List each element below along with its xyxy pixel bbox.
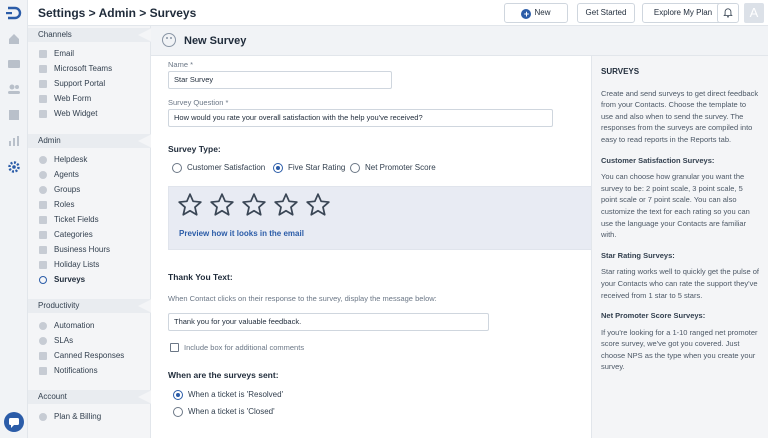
section-channels: Channels (28, 28, 152, 42)
preview-email-link[interactable]: Preview how it looks in the email (179, 229, 304, 238)
sidebar-item-support-portal[interactable]: Support Portal (28, 77, 151, 91)
star-icon[interactable] (209, 192, 235, 218)
chat-icon[interactable] (4, 412, 24, 432)
help-intro: Create and send surveys to get direct fe… (601, 88, 759, 144)
sidebar-item-holiday-lists[interactable]: Holiday Lists (28, 258, 151, 272)
sidebar-item-notifications[interactable]: Notifications (28, 364, 151, 378)
groups-icon (39, 186, 47, 194)
teams-icon (39, 65, 47, 73)
agents-icon (39, 171, 47, 179)
section-account: Account (28, 390, 152, 404)
smiley-icon (162, 33, 176, 47)
page-title-bar: New Survey (151, 26, 768, 56)
smiley-icon (39, 276, 47, 284)
sidebar-item-web-form[interactable]: Web Form (28, 92, 151, 106)
survey-form: New Survey Name * Star Survey Survey Que… (151, 26, 768, 438)
survey-type-heading: Survey Type: (168, 144, 221, 154)
reports-icon[interactable] (7, 134, 21, 148)
sidebar-item-slas[interactable]: SLAs (28, 334, 151, 348)
sidebar-item-agents[interactable]: Agents (28, 168, 151, 182)
radio-five-star-rating[interactable]: Five Star Rating (273, 162, 348, 174)
sidebar-item-ticket-fields[interactable]: Ticket Fields (28, 213, 151, 227)
sidebar-item-microsoft-teams[interactable]: Microsoft Teams (28, 62, 151, 76)
categories-icon (39, 231, 47, 239)
avatar[interactable]: A (744, 3, 764, 23)
sidebar-item-automation[interactable]: Automation (28, 319, 151, 333)
knowledge-base-icon[interactable] (7, 108, 21, 122)
sidebar-item-surveys[interactable]: Surveys (28, 273, 151, 287)
name-label: Name * (168, 60, 194, 69)
radio-customer-satisfaction[interactable]: Customer Satisfaction (172, 162, 272, 174)
sidebar-item-web-widget[interactable]: Web Widget (28, 107, 151, 121)
web-form-icon (39, 95, 47, 103)
app-rail (0, 0, 28, 438)
calendar-icon (39, 261, 47, 269)
when-sent-heading: When are the surveys sent: (168, 370, 279, 380)
roles-icon (39, 201, 47, 209)
sidebar-item-groups[interactable]: Groups (28, 183, 151, 197)
sidebar-item-categories[interactable]: Categories (28, 228, 151, 242)
checkbox-box (170, 343, 179, 352)
section-admin: Admin (28, 134, 152, 148)
hourglass-icon (39, 246, 47, 254)
automation-icon (39, 322, 47, 330)
web-widget-icon (39, 110, 47, 118)
contacts-icon[interactable] (7, 82, 21, 96)
thank-you-description: When Contact clicks on their response to… (168, 294, 437, 303)
star-icon[interactable] (273, 192, 299, 218)
ticket-fields-icon (39, 216, 47, 224)
help-title: SURVEYS (601, 67, 640, 76)
email-icon (39, 50, 47, 58)
question-input[interactable]: How would you rate your overall satisfac… (168, 109, 553, 127)
settings-gear-icon[interactable] (7, 160, 21, 174)
page-title: New Survey (184, 35, 247, 47)
get-started-button[interactable]: Get Started (577, 3, 635, 23)
question-label: Survey Question * (168, 98, 229, 107)
star-icon[interactable] (177, 192, 203, 218)
star-icon[interactable] (241, 192, 267, 218)
thank-you-input[interactable]: Thank you for your valuable feedback. (168, 313, 489, 331)
sidebar-item-roles[interactable]: Roles (28, 198, 151, 212)
radio-net-promoter-score[interactable]: Net Promoter Score (350, 162, 440, 174)
new-button[interactable]: + New (504, 3, 568, 23)
radio-when-closed[interactable]: When a ticket is 'Closed' (173, 406, 313, 418)
help-nps-text: If you're looking for a 1-10 ranged net … (601, 327, 758, 372)
help-csat-heading: Customer Satisfaction Surveys: (601, 155, 715, 165)
sla-icon (39, 337, 47, 345)
top-header: Settings > Admin > Surveys + New Get Star… (28, 0, 768, 26)
radio-when-resolved[interactable]: When a ticket is 'Resolved' (173, 389, 313, 401)
help-star-heading: Star Rating Surveys: (601, 250, 675, 260)
sidebar-item-email[interactable]: Email (28, 47, 151, 61)
explore-plan-button[interactable]: Explore My Plan (642, 3, 724, 23)
sidebar-item-plan-billing[interactable]: Plan & Billing (28, 410, 151, 424)
plus-icon: + (521, 9, 532, 19)
help-csat-text: You can choose how granular you want the… (601, 172, 750, 240)
home-icon[interactable] (7, 32, 21, 46)
notifications-icon (39, 367, 47, 375)
sidebar-item-business-hours[interactable]: Business Hours (28, 243, 151, 257)
notifications-bell-icon[interactable] (717, 3, 739, 23)
billing-icon (39, 413, 47, 421)
help-star-text: Star rating works well to quickly get th… (601, 267, 759, 300)
tickets-icon[interactable] (7, 57, 21, 71)
app-logo-icon[interactable] (6, 6, 22, 20)
name-input[interactable]: Star Survey (168, 71, 392, 89)
canned-responses-icon (39, 352, 47, 360)
help-panel: SURVEYS Create and send surveys to get d… (591, 56, 768, 438)
thank-you-heading: Thank You Text: (168, 272, 233, 282)
helpdesk-icon (39, 156, 47, 164)
rating-preview: Preview how it looks in the email (168, 186, 608, 250)
section-productivity: Productivity (28, 299, 152, 313)
breadcrumb: Settings > Admin > Surveys (38, 6, 197, 20)
settings-sidebar: Channels Email Microsoft Teams Support P… (28, 26, 152, 438)
sidebar-item-canned-responses[interactable]: Canned Responses (28, 349, 151, 363)
portal-icon (39, 80, 47, 88)
help-nps-heading: Net Promoter Score Surveys: (601, 311, 706, 321)
star-icon[interactable] (305, 192, 331, 218)
sidebar-item-helpdesk[interactable]: Helpdesk (28, 153, 151, 167)
